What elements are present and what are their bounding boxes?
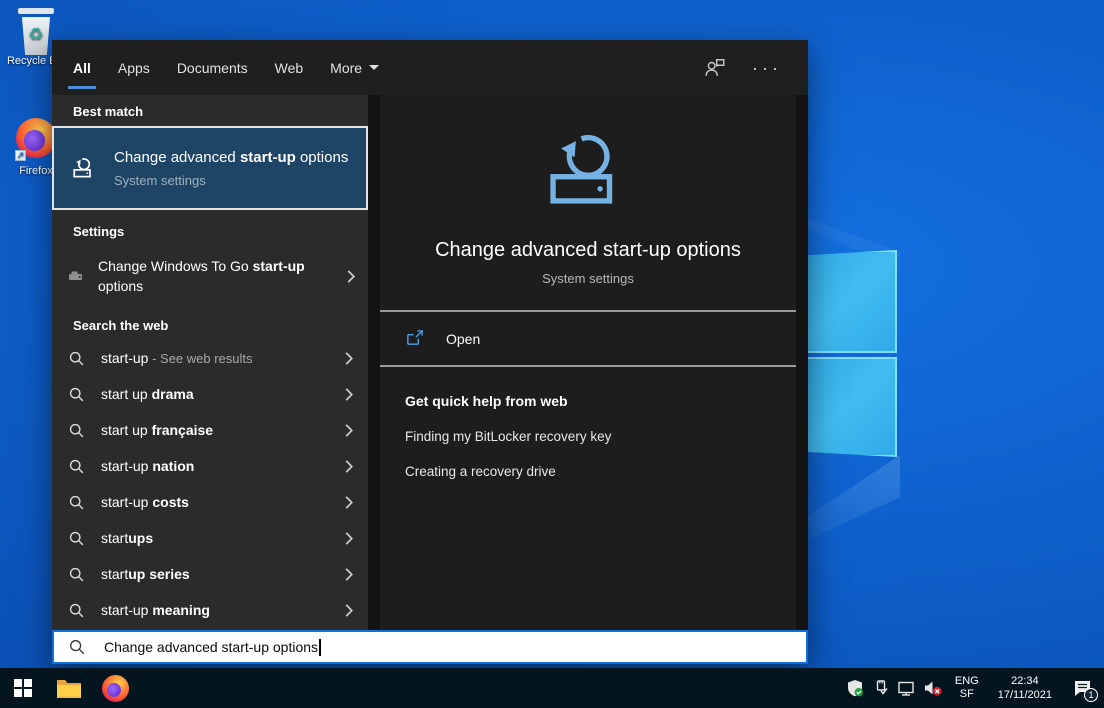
web-suggestion[interactable]: startups <box>52 520 368 556</box>
help-link-recovery-drive[interactable]: Creating a recovery drive <box>405 464 796 479</box>
chevron-right-icon[interactable] <box>344 423 354 438</box>
search-icon <box>68 386 85 403</box>
file-explorer-icon <box>56 677 82 699</box>
taskbar: ENG SF 22:34 17/11/2021 1 <box>0 668 1104 708</box>
suggestion-text: start up drama <box>101 386 194 402</box>
panel-divider <box>368 95 380 630</box>
time: 22:34 <box>998 674 1052 688</box>
suggestion-text: start up française <box>101 422 213 438</box>
chevron-right-icon[interactable] <box>344 567 354 582</box>
chevron-right-icon[interactable] <box>344 459 354 474</box>
best-match-title: Change advanced start-up options <box>114 148 352 168</box>
suggestion-text: startups <box>101 530 153 546</box>
windows-logo-icon <box>14 679 32 697</box>
web-suggestion[interactable]: startup series <box>52 556 368 592</box>
suggestion-text: startup series <box>101 566 190 582</box>
section-header-search-the-web: Search the web <box>52 306 368 340</box>
clock[interactable]: 22:34 17/11/2021 <box>988 674 1062 702</box>
chevron-right-icon[interactable] <box>344 531 354 546</box>
web-suggestion[interactable]: start-up - See web results <box>52 340 368 376</box>
section-header-settings: Settings <box>52 210 368 246</box>
chevron-right-icon[interactable] <box>344 603 354 618</box>
help-section-header: Get quick help from web <box>405 393 796 409</box>
web-suggestion[interactable]: start up drama <box>52 376 368 412</box>
search-icon <box>68 566 85 583</box>
search-icon <box>68 638 86 656</box>
tab-apps[interactable]: Apps <box>118 40 150 95</box>
taskbar-search-input[interactable]: Change advanced start-up options <box>52 630 808 664</box>
feedback-icon[interactable] <box>704 57 726 79</box>
network-icon[interactable] <box>894 668 920 708</box>
tab-label: All <box>73 60 91 76</box>
search-icon <box>68 458 85 475</box>
suggestion-text: start-up meaning <box>101 602 210 618</box>
chevron-right-icon[interactable] <box>344 495 354 510</box>
tab-label: More <box>330 60 362 76</box>
start-button[interactable] <box>0 668 46 708</box>
safely-remove-hardware-icon[interactable] <box>868 668 894 708</box>
tab-documents[interactable]: Documents <box>177 40 248 95</box>
tab-label: Apps <box>118 60 150 76</box>
suggestion-text: start-up nation <box>101 458 194 474</box>
firefox-icon <box>102 675 129 702</box>
more-options-icon[interactable]: ··· <box>752 63 782 73</box>
suggestion-text: start-up costs <box>101 494 189 510</box>
search-query-text: Change advanced start-up options <box>104 639 318 655</box>
search-icon <box>68 602 85 619</box>
tab-more[interactable]: More <box>330 40 379 95</box>
search-filter-bar: All Apps Documents Web More <box>52 40 808 95</box>
active-tab-underline <box>68 86 96 89</box>
tab-all[interactable]: All <box>73 40 91 95</box>
web-suggestion[interactable]: start up française <box>52 412 368 448</box>
notification-count-badge: 1 <box>1084 688 1098 702</box>
open-external-icon <box>405 329 424 348</box>
language-code: ENG <box>955 675 979 688</box>
result-preview-panel: Change advanced start-up options System … <box>380 95 796 630</box>
best-match-subtitle: System settings <box>114 173 352 188</box>
chevron-right-icon[interactable] <box>346 269 356 284</box>
tab-label: Documents <box>177 60 248 76</box>
search-filter-tabs: All Apps Documents Web More <box>73 40 379 95</box>
shortcut-arrow-icon: ↗ <box>15 150 26 161</box>
suggestion-text: start-up - See web results <box>101 350 253 366</box>
language-indicator[interactable]: ENG SF <box>946 675 988 701</box>
settings-result-text: Change Windows To Go start-up options <box>98 256 336 296</box>
search-icon <box>68 494 85 511</box>
text-caret <box>319 639 321 656</box>
file-explorer-button[interactable] <box>46 668 92 708</box>
keyboard-layout-code: SF <box>955 688 979 701</box>
preview-subtitle: System settings <box>542 271 634 286</box>
chevron-right-icon[interactable] <box>344 387 354 402</box>
action-center-button[interactable]: 1 <box>1062 668 1102 708</box>
search-icon <box>68 530 85 547</box>
chevron-right-icon[interactable] <box>344 351 354 366</box>
advanced-startup-icon-large <box>545 127 631 213</box>
search-icon <box>68 422 85 439</box>
windows-to-go-icon <box>68 269 84 283</box>
tab-web[interactable]: Web <box>275 40 304 95</box>
open-action[interactable]: Open <box>380 312 796 365</box>
volume-muted-icon[interactable] <box>920 668 946 708</box>
chevron-down-icon <box>369 65 379 70</box>
start-search-window: All Apps Documents Web More <box>52 40 808 664</box>
system-tray: ENG SF 22:34 17/11/2021 1 <box>842 668 1104 708</box>
section-header-best-match: Best match <box>52 95 368 126</box>
open-label: Open <box>446 331 480 347</box>
windows-security-icon[interactable] <box>842 668 868 708</box>
web-suggestion[interactable]: start-up costs <box>52 484 368 520</box>
advanced-startup-icon <box>72 151 96 185</box>
tab-label: Web <box>275 60 304 76</box>
firefox-taskbar-button[interactable] <box>92 668 138 708</box>
search-icon <box>68 350 85 367</box>
settings-result[interactable]: Change Windows To Go start-up options <box>52 246 368 306</box>
best-match-result[interactable]: Change advanced start-up options System … <box>52 126 368 210</box>
preview-title: Change advanced start-up options <box>435 239 741 262</box>
web-suggestion[interactable]: start-up meaning <box>52 592 368 628</box>
web-suggestion[interactable]: start-up nation <box>52 448 368 484</box>
help-link-bitlocker[interactable]: Finding my BitLocker recovery key <box>405 429 796 444</box>
search-results-list: Best match Change advanced start-up opti… <box>52 95 368 630</box>
date: 17/11/2021 <box>998 688 1052 702</box>
